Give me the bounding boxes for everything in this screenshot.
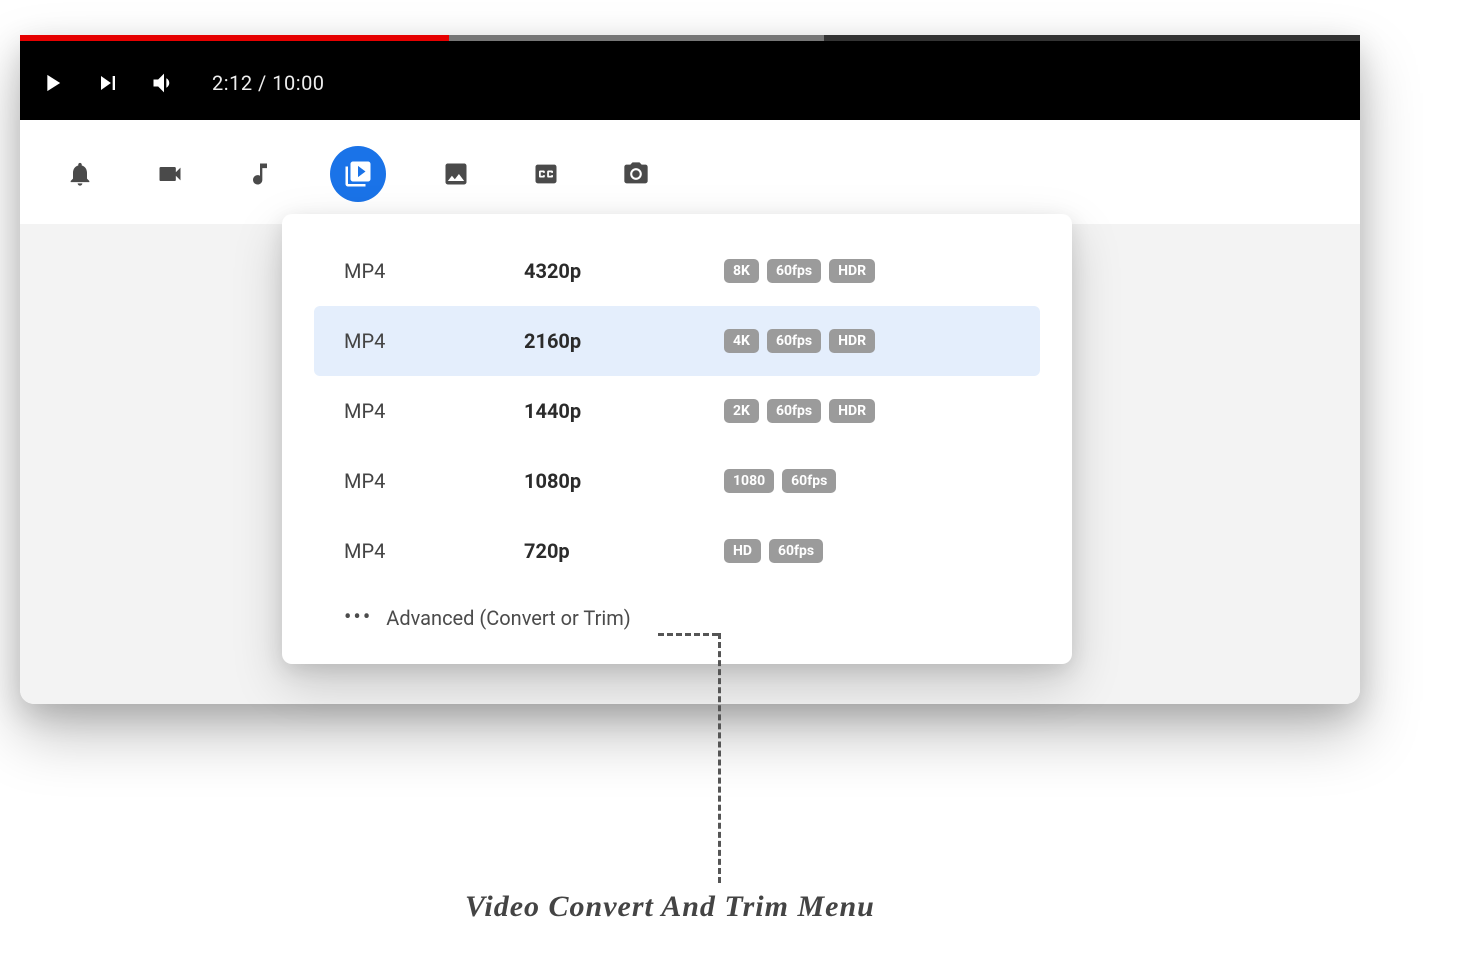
app-window: 2:12 / 10:00 MP44320p8K60fpsHDRMP42160p4… [20,35,1360,704]
annotation-label: Video Convert And Trim Menu [465,890,875,924]
badge: 60fps [782,469,836,493]
badge: HD [724,539,761,563]
toolbar [20,120,1360,224]
format-label: MP4 [344,329,524,353]
next-icon[interactable] [94,69,122,97]
format-dropdown: MP44320p8K60fpsHDRMP42160p4K60fpsHDRMP41… [282,214,1072,664]
badge: 60fps [767,329,821,353]
badge: 2K [724,399,759,423]
advanced-row[interactable]: ••• Advanced (Convert or Trim) [314,586,1040,636]
resolution-label: 4320p [524,259,724,283]
badge: 4K [724,329,759,353]
annotation-connector-h [658,633,718,636]
resolution-label: 720p [524,539,724,563]
badge: HDR [829,329,875,353]
badge: 60fps [767,399,821,423]
badge: 8K [724,259,759,283]
volume-icon[interactable] [150,69,178,97]
badge: 60fps [767,259,821,283]
cc-icon[interactable] [526,154,566,194]
badge-group: 1080 60fps [724,469,836,493]
badge: 60fps [769,539,823,563]
format-label: MP4 [344,539,524,563]
player-bar: 2:12 / 10:00 [20,35,1360,120]
video-library-icon[interactable] [330,146,386,202]
play-icon[interactable] [38,69,66,97]
time-display: 2:12 / 10:00 [212,71,325,95]
camera-icon[interactable] [616,154,656,194]
badge-group: HD 60fps [724,539,823,563]
badge-group: 4K 60fps HDR [724,329,875,353]
bell-icon[interactable] [60,154,100,194]
progress-played [20,35,449,41]
advanced-label: Advanced (Convert or Trim) [386,606,630,630]
format-option[interactable]: MP41080p1080 60fps [314,446,1040,516]
format-label: MP4 [344,399,524,423]
ellipsis-icon: ••• [344,607,372,629]
resolution-label: 1440p [524,399,724,423]
badge: HDR [829,399,875,423]
resolution-label: 2160p [524,329,724,353]
image-icon[interactable] [436,154,476,194]
format-label: MP4 [344,469,524,493]
badge-group: 2K 60fps HDR [724,399,875,423]
progress-track[interactable] [20,35,1360,41]
badge: HDR [829,259,875,283]
music-note-icon[interactable] [240,154,280,194]
badge-group: 8K 60fps HDR [724,259,875,283]
format-label: MP4 [344,259,524,283]
annotation-connector-v [718,633,721,883]
resolution-label: 1080p [524,469,724,493]
badge: 1080 [724,469,774,493]
body-area: MP44320p8K60fpsHDRMP42160p4K60fpsHDRMP41… [20,224,1360,704]
player-controls: 2:12 / 10:00 [38,53,325,113]
format-option[interactable]: MP42160p4K 60fps HDR [314,306,1040,376]
format-option[interactable]: MP41440p2K 60fps HDR [314,376,1040,446]
video-camera-icon[interactable] [150,154,190,194]
format-option[interactable]: MP4720pHD 60fps [314,516,1040,586]
format-option[interactable]: MP44320p8K 60fps HDR [314,236,1040,306]
